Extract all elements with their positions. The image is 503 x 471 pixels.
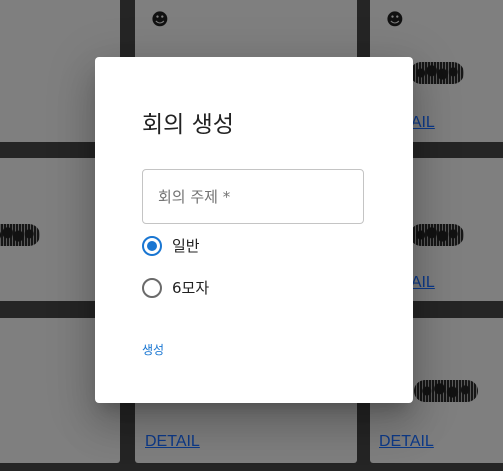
radio-checked-icon[interactable] xyxy=(142,235,162,256)
radio-unchecked-icon[interactable] xyxy=(142,277,162,298)
meeting-topic-field[interactable] xyxy=(142,169,364,224)
radio-label: 일반 xyxy=(172,237,200,255)
radio-option-six-hats[interactable]: 6모자 xyxy=(142,277,209,298)
dialog-title: 회의 생성 xyxy=(142,112,234,138)
meeting-topic-input[interactable] xyxy=(156,170,355,223)
radio-label: 6모자 xyxy=(172,279,210,297)
create-meeting-dialog: 회의 생성 일반 6모자 생성 xyxy=(95,57,413,403)
create-button[interactable]: 생성 xyxy=(134,337,172,362)
radio-option-general[interactable]: 일반 xyxy=(142,235,200,256)
